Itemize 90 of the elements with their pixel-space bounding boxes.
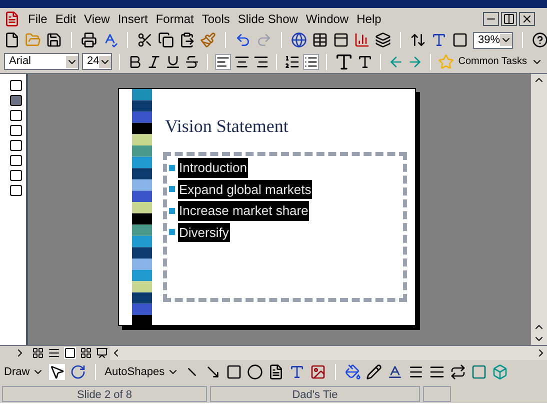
zoom-field[interactable]: 39% bbox=[473, 32, 514, 48]
pointer-icon[interactable] bbox=[48, 364, 65, 380]
printer-icon[interactable] bbox=[81, 32, 97, 48]
menu-item[interactable]: Help bbox=[352, 10, 386, 28]
bullet-text[interactable]: Increase market share bbox=[178, 201, 310, 220]
align-left-icon[interactable] bbox=[215, 54, 232, 70]
oval-icon[interactable] bbox=[246, 364, 263, 380]
menu-item[interactable]: Tools bbox=[198, 10, 234, 28]
slide-icon[interactable] bbox=[10, 95, 22, 106]
wordart-icon[interactable] bbox=[288, 364, 305, 380]
menu-item[interactable]: File bbox=[24, 10, 52, 28]
autoshapes-button[interactable]: AutoShapes bbox=[104, 364, 179, 380]
normal-view-icon[interactable] bbox=[32, 347, 44, 359]
bullet-icon bbox=[169, 229, 175, 236]
text-placeholder[interactable]: Introduction Expand global markets Increase market share Diversify bbox=[163, 152, 407, 302]
caret-icon[interactable] bbox=[500, 34, 512, 46]
slide-icon[interactable] bbox=[10, 170, 22, 181]
fill-color-icon[interactable] bbox=[344, 364, 361, 380]
increase-font-icon[interactable] bbox=[334, 52, 354, 72]
save-icon[interactable] bbox=[46, 32, 62, 48]
menu-item[interactable]: Edit bbox=[51, 10, 80, 28]
text-box-icon[interactable] bbox=[268, 364, 284, 380]
status-text: Slide 2 of 8 bbox=[2, 386, 207, 402]
bullet-icon bbox=[169, 186, 175, 192]
slide-icon[interactable] bbox=[10, 155, 22, 166]
picture-icon[interactable] bbox=[310, 364, 326, 380]
document-icon[interactable] bbox=[4, 11, 20, 27]
restore-icon[interactable] bbox=[501, 12, 517, 26]
new-document-icon[interactable] bbox=[4, 32, 20, 48]
close-icon[interactable] bbox=[519, 12, 535, 26]
arrow-style-icon[interactable] bbox=[450, 364, 466, 380]
slide-view-icon[interactable] bbox=[64, 347, 76, 359]
dash-style-icon[interactable] bbox=[428, 364, 445, 380]
vertical-scrollbar[interactable] bbox=[531, 74, 547, 345]
slide-icon[interactable] bbox=[10, 125, 22, 136]
bullet-text[interactable]: Introduction bbox=[178, 158, 248, 178]
paste-icon[interactable] bbox=[179, 32, 195, 48]
paintbrush-icon[interactable] bbox=[200, 32, 216, 48]
table-icon[interactable] bbox=[312, 32, 328, 48]
bullet-text[interactable]: Diversify bbox=[178, 222, 230, 242]
menu-item[interactable]: Slide Show bbox=[234, 10, 302, 28]
line-color-icon[interactable] bbox=[366, 364, 382, 380]
slide-icon[interactable] bbox=[10, 80, 22, 91]
font-size-field[interactable]: 24 bbox=[82, 53, 112, 70]
status-text: Dad's Tie bbox=[210, 386, 420, 402]
chart-icon[interactable] bbox=[354, 32, 370, 48]
caret-icon[interactable] bbox=[99, 56, 112, 68]
slide-icon[interactable] bbox=[10, 140, 22, 151]
star-icon bbox=[438, 54, 454, 70]
text-icon[interactable] bbox=[431, 32, 447, 48]
layers-icon[interactable] bbox=[375, 32, 391, 48]
sorter-view-icon[interactable] bbox=[80, 347, 92, 359]
slide-icon[interactable] bbox=[10, 185, 22, 196]
window-icon[interactable] bbox=[333, 32, 349, 48]
rectangle-icon[interactable] bbox=[226, 364, 242, 380]
italic-icon[interactable] bbox=[146, 54, 162, 70]
help-icon[interactable] bbox=[532, 32, 547, 48]
horizontal-scrollbar[interactable] bbox=[110, 346, 547, 360]
outline-view-icon[interactable] bbox=[48, 347, 60, 359]
minimize-icon[interactable] bbox=[483, 12, 499, 26]
font-color-icon[interactable] bbox=[386, 364, 403, 380]
copy-icon[interactable] bbox=[158, 32, 174, 48]
underline-icon[interactable] bbox=[165, 54, 182, 70]
bullet-list-icon[interactable] bbox=[303, 54, 320, 70]
menu-item[interactable]: Format bbox=[152, 10, 198, 28]
scissors-icon[interactable] bbox=[137, 32, 153, 48]
rotate-icon[interactable] bbox=[70, 364, 86, 380]
numbered-list-icon[interactable] bbox=[284, 54, 300, 70]
font-field[interactable]: Arial bbox=[4, 53, 80, 70]
align-center-icon[interactable] bbox=[234, 54, 250, 70]
slide-icon[interactable] bbox=[10, 110, 22, 121]
caret-icon[interactable] bbox=[66, 56, 78, 68]
draw-button[interactable]: Draw bbox=[4, 364, 44, 380]
menu-item[interactable]: Insert bbox=[114, 10, 152, 28]
menu-item[interactable]: View bbox=[80, 10, 114, 28]
menu-item[interactable]: Window bbox=[302, 10, 353, 28]
line-style-icon[interactable] bbox=[408, 364, 424, 380]
slide-title: Vision Statement bbox=[164, 115, 290, 138]
globe-icon[interactable] bbox=[291, 32, 307, 48]
align-right-icon[interactable] bbox=[253, 54, 270, 70]
bullet-icon bbox=[169, 164, 175, 171]
slideshow-icon[interactable] bbox=[96, 347, 108, 359]
bullet-icon bbox=[169, 208, 175, 214]
undo-icon[interactable] bbox=[235, 32, 251, 48]
arrow-icon[interactable] bbox=[204, 364, 221, 380]
bullet-text[interactable]: Expand global markets bbox=[178, 180, 312, 199]
expand-icon[interactable] bbox=[410, 32, 426, 48]
decrease-font-icon[interactable] bbox=[357, 54, 374, 70]
status-panel bbox=[423, 386, 451, 402]
common-tasks-button[interactable]: Common Tasks bbox=[438, 54, 543, 70]
